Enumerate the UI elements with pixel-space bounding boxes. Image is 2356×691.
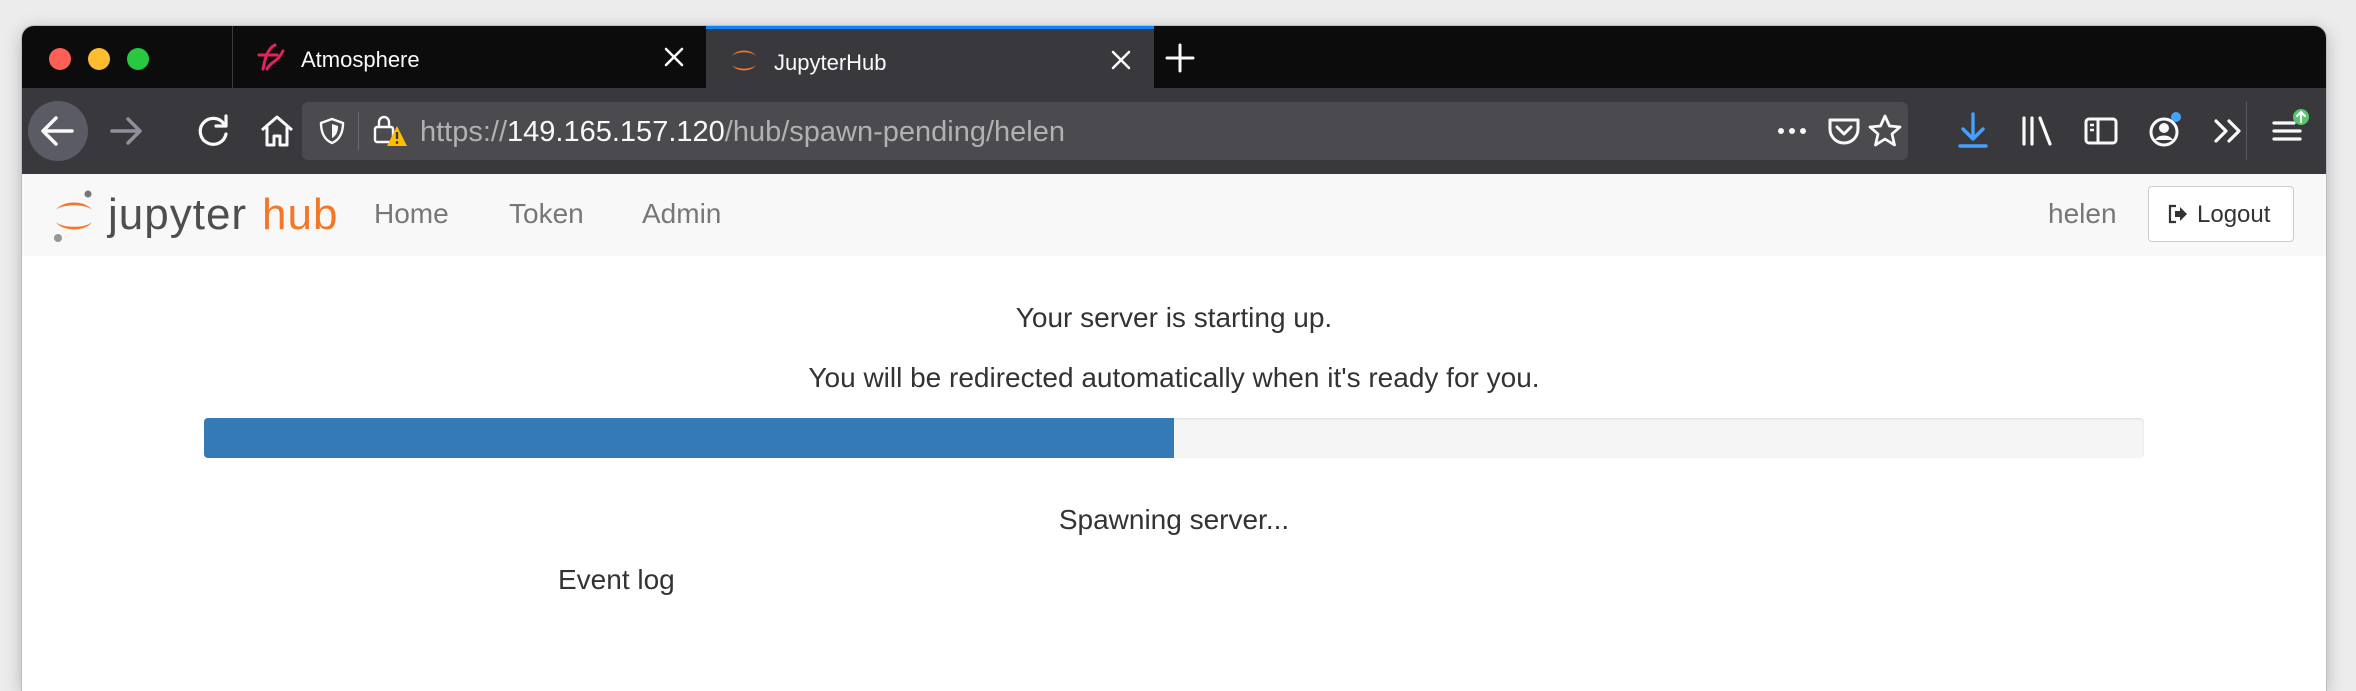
url-path: /hub/spawn-pending/helen <box>724 116 1065 148</box>
new-tab-icon[interactable] <box>1150 40 1210 76</box>
hamburger-menu-icon[interactable] <box>2264 106 2314 156</box>
event-log-toggle[interactable]: Event log <box>558 564 675 596</box>
account-icon[interactable] <box>2140 106 2190 156</box>
close-tab-icon[interactable] <box>661 44 687 70</box>
nav-link-home[interactable]: Home <box>374 198 449 230</box>
url-bar[interactable]: https://149.165.157.120/hub/spawn-pendin… <box>302 102 1908 160</box>
jupyterhub-logo[interactable]: jupyter hub <box>50 188 350 246</box>
page-actions-icon[interactable] <box>1772 114 1812 148</box>
tab-title: JupyterHub <box>774 50 887 75</box>
forward-arrow-icon[interactable] <box>102 106 152 156</box>
url-divider <box>358 112 359 150</box>
zoom-window-button[interactable] <box>127 48 149 70</box>
nav-link-token[interactable]: Token <box>509 198 584 230</box>
tracking-shield-icon[interactable] <box>316 115 348 147</box>
back-arrow-icon <box>41 116 74 146</box>
tab-bar: Atmosphere JupyterHub <box>22 26 2326 88</box>
logout-label: Logout <box>2197 201 2271 228</box>
downloads-icon[interactable] <box>1948 106 1998 156</box>
url-scheme: https:// <box>420 116 508 148</box>
tab-atmosphere[interactable]: Atmosphere <box>232 26 707 88</box>
status-message-redirect: You will be redirected automatically whe… <box>808 362 1540 393</box>
spawn-progress-bar <box>204 418 1174 458</box>
library-icon[interactable] <box>2012 106 2062 156</box>
back-button[interactable] <box>28 101 88 161</box>
logout-button[interactable]: Logout <box>2148 186 2294 242</box>
status-message-starting: Your server is starting up. <box>1015 302 1333 333</box>
logo-text-jupyter: jupyter <box>108 190 248 239</box>
logo-text-hub: hub <box>262 190 339 239</box>
nav-link-admin[interactable]: Admin <box>642 198 721 230</box>
tab-jupyterhub[interactable]: JupyterHub <box>706 26 1154 88</box>
minimize-window-button[interactable] <box>88 48 110 70</box>
atmosphere-favicon-icon <box>257 43 285 71</box>
progress-message: Spawning server... <box>1058 504 1290 535</box>
tab-title: Atmosphere <box>301 47 420 72</box>
browser-toolbar: https://149.165.157.120/hub/spawn-pendin… <box>22 88 2326 174</box>
home-icon[interactable] <box>252 106 302 156</box>
url-text[interactable]: https://149.165.157.120/hub/spawn-pendin… <box>420 116 1065 149</box>
close-tab-icon[interactable] <box>1108 47 1134 73</box>
insecure-lock-warning-icon[interactable] <box>372 114 408 148</box>
jupyterhub-navbar: jupyter hub Home Token Admin helen Logou… <box>22 174 2326 257</box>
bookmark-star-icon[interactable] <box>1866 112 1904 150</box>
url-host: 149.165.157.120 <box>507 116 725 148</box>
reload-icon[interactable] <box>188 106 238 156</box>
browser-window: Atmosphere JupyterHub https://149.165.15… <box>22 26 2326 691</box>
close-window-button[interactable] <box>49 48 71 70</box>
spawn-pending-page: Your server is starting up. You will be … <box>22 256 2326 691</box>
sign-out-icon <box>2168 204 2187 224</box>
current-username: helen <box>2048 198 2117 229</box>
sidebar-icon[interactable] <box>2076 106 2126 156</box>
toolbar-divider <box>2246 102 2247 160</box>
pocket-icon[interactable] <box>1824 112 1864 150</box>
jupyter-favicon-icon <box>732 50 756 71</box>
spawn-progress <box>204 418 2144 458</box>
jupyter-logo-icon <box>54 190 92 242</box>
